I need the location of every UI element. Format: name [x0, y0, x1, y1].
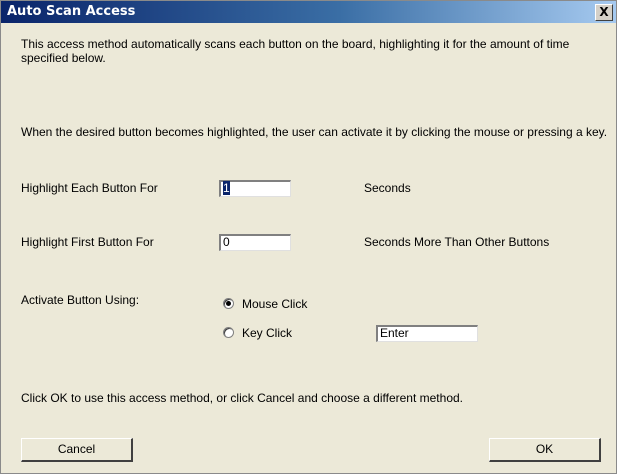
- activate-label: Activate Button Using:: [21, 293, 140, 307]
- intro-paragraph-1: This access method automatically scans e…: [21, 37, 570, 65]
- auto-scan-dialog: Auto Scan Access X This access method au…: [0, 0, 617, 474]
- highlight-each-input[interactable]: 1: [219, 180, 291, 197]
- highlight-first-label: Highlight First Button For: [21, 235, 154, 249]
- highlight-each-value: 1: [223, 181, 230, 195]
- footer-instruction: Click OK to use this access method, or c…: [21, 391, 463, 405]
- mouse-click-label[interactable]: Mouse Click: [242, 297, 307, 311]
- mouse-click-radio[interactable]: [223, 298, 234, 309]
- cancel-button[interactable]: Cancel: [21, 438, 133, 462]
- highlight-first-unit: Seconds More Than Other Buttons: [364, 235, 550, 249]
- title-bar[interactable]: Auto Scan Access X: [1, 1, 616, 23]
- key-input[interactable]: Enter: [376, 325, 478, 342]
- highlight-first-input[interactable]: 0: [219, 234, 291, 251]
- key-click-radio[interactable]: [223, 327, 234, 338]
- key-click-label[interactable]: Key Click: [242, 326, 292, 340]
- highlight-first-value: 0: [223, 235, 230, 249]
- intro-paragraph-2: When the desired button becomes highligh…: [21, 125, 608, 139]
- highlight-each-label: Highlight Each Button For: [21, 181, 158, 195]
- key-value: Enter: [380, 326, 409, 340]
- close-button[interactable]: X: [595, 4, 613, 21]
- highlight-each-unit: Seconds: [364, 181, 411, 195]
- window-title: Auto Scan Access: [7, 4, 136, 19]
- close-icon: X: [599, 5, 609, 19]
- ok-button[interactable]: OK: [489, 438, 601, 462]
